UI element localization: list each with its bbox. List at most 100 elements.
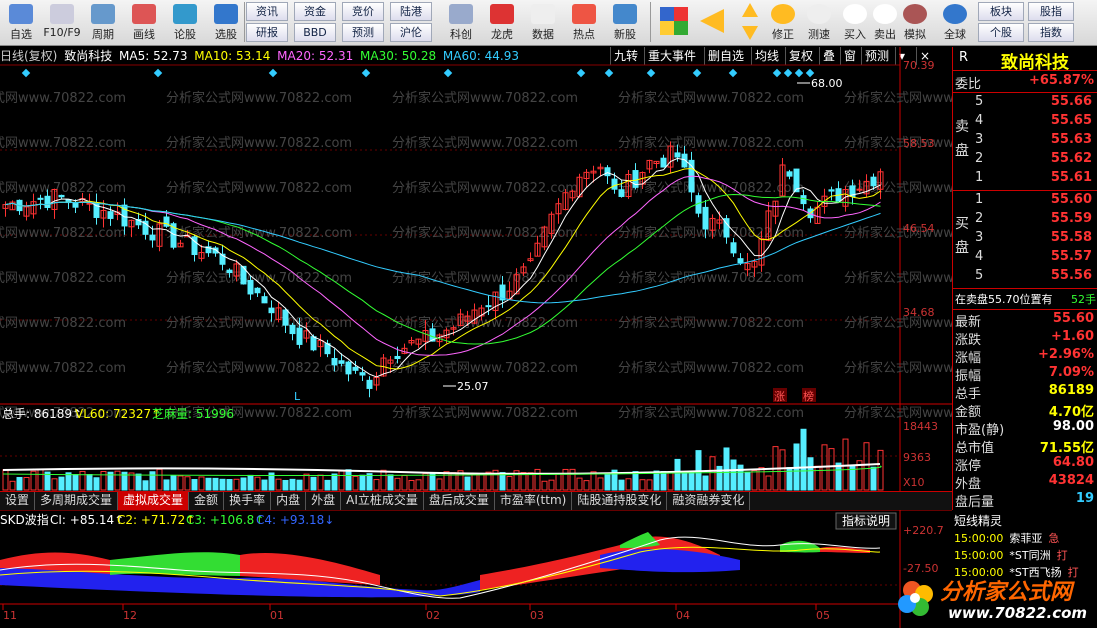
buy-level[interactable]: 4 55.57 <box>975 249 1094 269</box>
sell-level-num: 1 <box>975 170 984 185</box>
buy-level[interactable]: 3 55.58 <box>975 230 1094 250</box>
sell-label: 卖盘 <box>955 119 969 159</box>
volume-bar <box>646 479 653 491</box>
event-diamond[interactable] <box>646 68 656 78</box>
tab-2[interactable]: 虚拟成交量 <box>118 492 190 510</box>
event-diamond[interactable] <box>268 68 278 78</box>
tab-1[interactable]: 多周期成交量 <box>35 492 119 510</box>
buy-label: 买盘 <box>955 216 969 256</box>
volume-bar <box>639 479 646 491</box>
sell-level[interactable]: 4 55.65 <box>975 113 1094 133</box>
tab-4[interactable]: 换手率 <box>224 492 272 510</box>
event-diamond[interactable] <box>361 68 371 78</box>
tab-6[interactable]: 外盘 <box>306 492 342 510</box>
event-diamond[interactable] <box>805 68 815 78</box>
buy-price: 55.60 <box>1050 192 1092 207</box>
buy-level-num: 1 <box>975 192 984 207</box>
stat-value: 86189 <box>1048 383 1094 398</box>
event-diamond[interactable] <box>794 68 804 78</box>
volume-tabs: 设置 多周期成交量 虚拟成交量 金额 换手率 内盘 外盘 AI立桩成交量 盘后成交量 市盈率(tt… <box>0 491 952 510</box>
watermark-text: 分析家公式网www.70822.com <box>392 405 578 421</box>
news-row[interactable]: 15:00:00 索菲亚急 <box>954 530 1059 546</box>
sell-level[interactable]: 2 55.62 <box>975 151 1094 171</box>
watermark-text: 分析家公式网www.70822.com <box>166 180 352 196</box>
volume-bar <box>618 479 625 491</box>
volume-bar <box>800 428 807 491</box>
candle-body <box>72 202 79 208</box>
volume-bar <box>436 478 443 491</box>
stat-row: 总手 86189 <box>955 383 1096 403</box>
tab-9[interactable]: 市盈率(ttm) <box>495 492 573 510</box>
high-label: 68.00 <box>811 77 843 90</box>
watermark-text: 分析家公式网www.70822.com <box>0 315 126 331</box>
tab-10[interactable]: 陆股通持股变化 <box>572 492 668 510</box>
stat-label: 总手 <box>955 387 982 402</box>
event-diamond[interactable] <box>604 68 614 78</box>
volume-bar <box>569 468 576 491</box>
sell-level[interactable]: 3 55.63 <box>975 132 1094 152</box>
x-axis-label: 11 <box>3 609 17 622</box>
event-diamond[interactable] <box>728 68 738 78</box>
news-row[interactable]: 15:00:00 *ST同洲打 <box>954 547 1068 563</box>
toolbar-mkt-b0[interactable]: 个股 <box>978 23 1024 42</box>
toolbar-mkt-0[interactable]: 板块 <box>978 2 1024 21</box>
candle-body <box>331 357 338 366</box>
event-diamond[interactable] <box>153 68 163 78</box>
tab-3[interactable]: 金额 <box>189 492 225 510</box>
sell-level[interactable]: 1 55.61 <box>975 170 1094 190</box>
site-logo: 分析家公式网 www.70822.com <box>890 570 1097 628</box>
event-diamond[interactable] <box>443 68 453 78</box>
candle-body <box>107 211 114 219</box>
toolbar-mkt-1[interactable]: 股指 <box>1028 2 1074 21</box>
event-diamond[interactable] <box>576 68 586 78</box>
news-time: 15:00:00 <box>954 532 1004 545</box>
tab-7[interactable]: AI立桩成交量 <box>341 492 424 510</box>
volume-bar <box>275 478 282 491</box>
volume-bar <box>814 465 821 491</box>
divider <box>953 288 1097 289</box>
volume-bar <box>415 479 422 491</box>
buy-level[interactable]: 2 55.59 <box>975 211 1094 231</box>
volume-bar <box>709 456 716 491</box>
tab-5[interactable]: 内盘 <box>271 492 307 510</box>
volume-bar <box>478 473 485 491</box>
stat-row: 盘后量 19 <box>955 491 1096 511</box>
watermark-text: 分析家公式网www.70822.com <box>392 135 578 151</box>
event-diamond[interactable] <box>692 68 702 78</box>
event-diamond[interactable] <box>772 68 782 78</box>
volume-bar <box>765 475 772 491</box>
watermark-text: 分析家公式网www.70822.com <box>392 180 578 196</box>
volume-bar <box>51 478 58 491</box>
sell-price: 55.62 <box>1050 151 1092 166</box>
x-axis-label: 03 <box>530 609 544 622</box>
toolbar-mkt-b1[interactable]: 指数 <box>1028 23 1074 42</box>
volume-bar <box>177 475 184 491</box>
indicator-axis-label: +220.7 <box>903 524 944 537</box>
volume-bar <box>660 471 667 491</box>
event-diamond[interactable] <box>783 68 793 78</box>
sell-level[interactable]: 5 55.66 <box>975 94 1094 114</box>
tab-0[interactable]: 设置 <box>0 492 36 510</box>
stat-value: 55.60 <box>1052 311 1094 326</box>
volume-bar <box>429 472 436 491</box>
tab-11[interactable]: 融资融券变化 <box>667 492 751 510</box>
x-axis-label: 12 <box>123 609 137 622</box>
volume-bar <box>191 479 198 491</box>
volume-bar <box>471 472 478 491</box>
event-diamond[interactable] <box>21 68 31 78</box>
buy-price: 55.57 <box>1050 249 1092 264</box>
watermark-text: 分析家公式网www.70822.com <box>166 90 352 106</box>
sell-price: 55.63 <box>1050 132 1092 147</box>
tab-8[interactable]: 盘后成交量 <box>424 492 495 510</box>
buy-level[interactable]: 1 55.60 <box>975 192 1094 212</box>
buy-level[interactable]: 5 55.56 <box>975 268 1094 288</box>
candle-body <box>485 305 492 308</box>
volume-bar <box>555 473 562 491</box>
candle-body <box>338 360 345 364</box>
volume-bar <box>331 473 338 491</box>
kline-chart[interactable]: 分析家公式网www.70822.com 分析家公式网www.70822.com 分析… <box>0 0 952 628</box>
volume-bar <box>576 477 583 491</box>
note-value: 52手 <box>1071 293 1096 306</box>
volume-bar <box>114 470 121 491</box>
x-axis-label: 01 <box>270 609 284 622</box>
